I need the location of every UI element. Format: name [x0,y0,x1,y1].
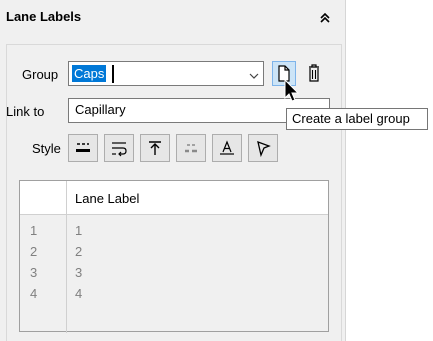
row-number: 3 [30,265,38,280]
style-dashed-button[interactable] [176,134,206,162]
style-pointer-flag-button[interactable] [248,134,278,162]
style-wrap-icon [112,142,127,157]
group-combobox[interactable]: Caps [68,61,264,86]
lane-label-column-header[interactable]: Lane Label [75,191,139,206]
style-underline-button[interactable] [68,134,98,162]
lane-labels-panel: Lane Labels Group Caps Link to Capillary… [0,0,345,341]
lane-label-cell[interactable]: 2 [75,244,82,259]
style-text-frame-button[interactable] [212,134,242,162]
style-underline-icon [76,143,90,152]
group-value[interactable]: Caps [72,65,107,82]
mouse-pointer-icon [282,78,302,108]
style-align-top-button[interactable] [140,134,170,162]
row-number: 2 [30,244,38,259]
lane-label-table: Lane Label 1 1 2 2 3 3 4 4 [19,180,329,333]
style-align-top-icon [149,141,161,155]
create-label-group-tooltip: Create a label group [286,108,428,130]
link-to-label: Link to [6,104,45,119]
lane-label-cell[interactable]: 4 [75,286,82,301]
style-pointer-flag-icon [257,140,271,158]
panel-header: Lane Labels [0,0,345,40]
lane-label-cell[interactable]: 1 [75,223,82,238]
text-caret [112,65,114,83]
delete-label-group-button[interactable] [302,61,326,86]
lane-label-cell[interactable]: 3 [75,265,82,280]
style-dashed-icon [185,144,197,153]
double-chevron-up-icon[interactable] [316,8,334,28]
style-label: Style [32,141,61,156]
style-wrap-button[interactable] [104,134,134,162]
row-number: 4 [30,286,38,301]
style-text-frame-icon [220,140,234,155]
group-label: Group [22,67,59,82]
chevron-down-icon[interactable] [249,69,259,79]
panel-right-border [345,0,346,341]
column-divider [66,181,67,333]
trash-icon [309,64,319,82]
row-number: 1 [30,223,38,238]
panel-title: Lane Labels [6,9,82,24]
